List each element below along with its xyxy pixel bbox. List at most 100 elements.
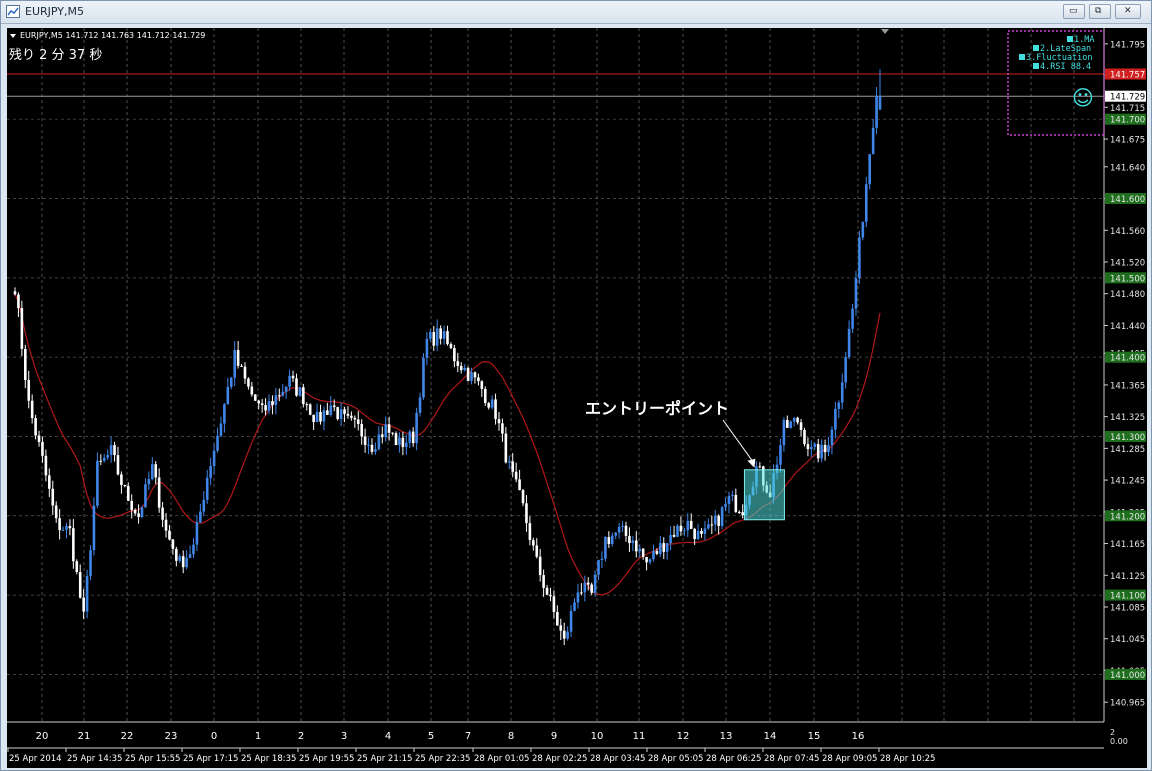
candle	[727, 491, 731, 514]
candle	[810, 440, 813, 458]
candle-body	[54, 505, 58, 519]
candle	[569, 604, 573, 638]
candle-body	[549, 594, 552, 597]
candle	[446, 325, 449, 346]
candle	[99, 454, 103, 466]
candle	[659, 535, 662, 557]
candle-body	[243, 366, 247, 379]
candle-body	[116, 455, 120, 475]
entry-arrow-line	[722, 419, 755, 465]
hour-label: 11	[633, 731, 646, 742]
candle	[192, 538, 195, 559]
candle	[319, 404, 322, 425]
hour-label: 5	[428, 731, 434, 742]
candle	[380, 426, 384, 444]
candle	[710, 515, 714, 535]
candlestick-chart[interactable]: エントリーポイント 141.795141.755141.715141.67514…	[7, 28, 1147, 768]
candle	[473, 371, 477, 384]
lower-axis-label: 2	[1110, 728, 1115, 737]
candle	[278, 388, 281, 402]
candle-body	[257, 400, 261, 404]
date-tick-label: 25 Apr 2014	[9, 754, 62, 764]
candle	[422, 353, 425, 400]
window-titlebar[interactable]: EURJPY,M5 ▭ ⧉ ✕	[1, 1, 1151, 24]
candle	[202, 491, 206, 517]
candle-body	[401, 437, 405, 448]
entry-point-annotation: エントリーポイント	[585, 399, 785, 521]
level-price-label: 141.000	[1110, 671, 1145, 681]
candle-body	[810, 446, 813, 450]
candle	[370, 438, 374, 455]
candle	[401, 431, 405, 456]
date-tick-label: 25 Apr 18:35	[241, 754, 296, 764]
candle-body	[398, 437, 401, 446]
candle	[144, 478, 147, 508]
candle-body	[120, 474, 123, 485]
candle-body	[51, 488, 55, 506]
candle	[518, 469, 521, 491]
chart-area[interactable]: エントリーポイント 141.795141.755141.715141.67514…	[7, 28, 1147, 768]
candle-body	[844, 357, 847, 383]
candle-body	[425, 338, 429, 358]
candle	[490, 395, 494, 410]
entry-arrow-head	[747, 458, 756, 468]
candle	[164, 513, 168, 538]
candle	[683, 527, 686, 537]
candle-body	[851, 308, 854, 329]
candle	[415, 407, 418, 451]
candle-body	[796, 417, 799, 423]
candle	[326, 402, 329, 416]
candle-body	[219, 423, 223, 436]
candle	[576, 584, 580, 609]
candle-body	[628, 535, 631, 544]
candle	[861, 221, 865, 241]
candle	[549, 587, 552, 602]
candle-body	[597, 560, 600, 575]
candle	[466, 366, 470, 382]
candle-body	[85, 575, 89, 612]
close-button[interactable]: ✕	[1115, 4, 1141, 19]
hour-label: 22	[121, 731, 134, 742]
candle-body	[799, 422, 803, 430]
minimize-button[interactable]: ▭	[1063, 4, 1085, 19]
candle	[102, 453, 106, 463]
restore-button[interactable]: ⧉	[1089, 4, 1111, 19]
price-tick-label: 141.165	[1110, 540, 1145, 550]
candle-body	[147, 479, 151, 485]
close-icon: ✕	[1124, 6, 1132, 16]
date-tick-label: 28 Apr 09:05	[822, 754, 877, 764]
candle	[696, 523, 700, 540]
candle	[209, 457, 212, 486]
candle-body	[380, 434, 384, 438]
candle	[298, 386, 302, 397]
candle	[171, 538, 175, 555]
candle-body	[250, 386, 254, 395]
level-price-label: 141.300	[1110, 433, 1145, 443]
candle	[847, 320, 851, 359]
candle-body	[429, 331, 432, 339]
candle-body	[858, 237, 861, 279]
candle	[724, 497, 727, 512]
candle-body	[188, 554, 192, 558]
candle-body	[525, 503, 528, 524]
candle-body	[418, 397, 422, 413]
candle	[796, 416, 799, 425]
candle-body	[336, 407, 339, 419]
candle-body	[212, 450, 216, 467]
candle	[851, 304, 854, 334]
candle	[137, 504, 140, 524]
candle-body	[391, 432, 394, 434]
candle	[336, 406, 339, 421]
candle-body	[178, 556, 182, 561]
candle-body	[181, 556, 185, 568]
candle	[792, 417, 796, 427]
candle-body	[676, 525, 679, 537]
candle-body	[813, 444, 817, 447]
candle-body	[374, 449, 377, 452]
hour-label: 14	[764, 731, 777, 742]
candle	[665, 542, 669, 560]
candle	[542, 569, 545, 597]
hour-label: 2	[298, 731, 304, 742]
candle-body	[363, 436, 367, 446]
hour-label: 7	[465, 731, 471, 742]
